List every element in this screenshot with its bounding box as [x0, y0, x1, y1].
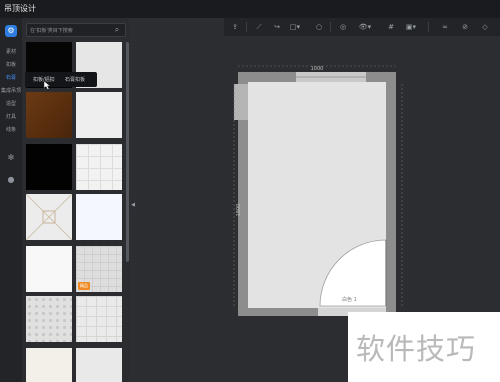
wall-column [234, 84, 248, 120]
eraser-icon[interactable]: ◇ [478, 21, 492, 33]
circle-icon[interactable]: ○ [312, 21, 326, 33]
material-tile[interactable] [76, 92, 122, 138]
ceiling-pattern-icon [26, 194, 72, 240]
settings-icon[interactable]: ✻ [5, 152, 17, 164]
user-icon[interactable]: ● [5, 174, 17, 186]
search-box: ⌕ [26, 23, 126, 37]
material-tile[interactable] [26, 296, 72, 342]
material-tile[interactable] [76, 144, 122, 190]
material-tile[interactable] [76, 296, 122, 342]
link-icon[interactable]: ∞ [438, 21, 452, 33]
rail-cat-integrated[interactable]: 集成吊顶 [1, 87, 21, 94]
collapse-panel-button[interactable]: ◀ [130, 196, 136, 214]
material-gear-icon[interactable]: ⚙ [5, 25, 17, 37]
rect-icon[interactable]: □▾ [288, 21, 302, 33]
material-tile[interactable] [26, 348, 72, 382]
material-tile[interactable] [76, 348, 122, 382]
rail-cat-material[interactable]: 素材 [1, 48, 21, 55]
grid-icon[interactable]: # [384, 21, 398, 33]
rail-cat-koban[interactable]: 扣板 [1, 61, 21, 68]
watermark: 软件技巧 [348, 312, 500, 382]
door-label: 白色 1 [342, 296, 357, 303]
material-tile[interactable]: 精品 [76, 246, 122, 292]
cursor-icon [43, 81, 51, 90]
camera-icon[interactable]: ▣▾ [404, 21, 418, 33]
rail-cat-gypsum[interactable]: 石膏 [1, 74, 21, 81]
material-tile[interactable] [26, 246, 72, 292]
canvas-toolbar: ⇪ ⟋ ↪ □▾ ○ ◎ 👁▾ # ▣▾ ∞ ⊘ ◇ [224, 18, 500, 36]
search-icon[interactable]: ⌕ [112, 25, 122, 35]
view-icon[interactable]: 👁▾ [358, 21, 372, 33]
left-rail: ⚙ 素材 扣板 石膏 集成吊顶 造型 灯具 线条 ✻ ● [0, 18, 22, 382]
app-title: 吊顶设计 [4, 4, 36, 13]
category-popup: 扣板/铝扣 石膏扣板 [25, 72, 97, 87]
line-icon[interactable]: ⟋ [252, 21, 266, 33]
material-tile[interactable] [26, 92, 72, 138]
popup-option-gypsum[interactable]: 石膏扣板 [65, 76, 85, 83]
rail-cat-line[interactable]: 线条 [1, 126, 21, 133]
curve-icon[interactable]: ↪ [270, 21, 284, 33]
left-dimension-label: 1800 [236, 204, 242, 217]
panel-scrollbar[interactable] [126, 42, 129, 262]
material-tile[interactable] [26, 194, 72, 240]
rail-cat-shape[interactable]: 造型 [1, 100, 21, 107]
title-bar: 吊顶设计 [0, 0, 500, 18]
top-dimension-label: 1000 [311, 66, 324, 72]
material-tile[interactable] [26, 144, 72, 190]
toolbar-divider [330, 22, 331, 32]
search-input[interactable] [30, 26, 112, 35]
toolbar-divider [428, 22, 429, 32]
unlink-icon[interactable]: ⊘ [458, 21, 472, 33]
material-tile[interactable] [76, 194, 122, 240]
toolbar-divider [246, 22, 247, 32]
export-icon[interactable]: ⇪ [228, 21, 242, 33]
room-plan[interactable]: 1000 1800 白色 1 [230, 60, 410, 330]
layers-icon[interactable]: ◎ [336, 21, 350, 33]
watermark-text: 软件技巧 [356, 332, 477, 366]
rail-cat-lamp[interactable]: 灯具 [1, 113, 21, 120]
premium-badge: 精品 [78, 282, 90, 290]
